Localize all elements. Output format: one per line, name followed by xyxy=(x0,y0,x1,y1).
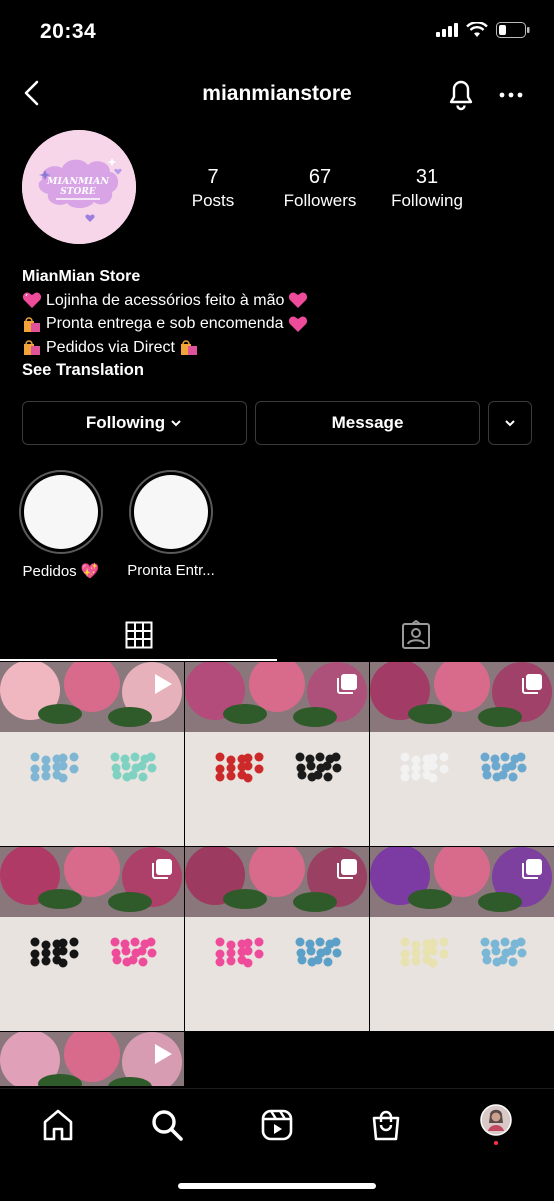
message-button-label: Message xyxy=(331,413,404,432)
bio-line-text: Pedidos via Direct xyxy=(46,338,175,356)
shopping-bags-icon xyxy=(180,340,197,356)
highlight-pedidos[interactable]: Pedidos 💖 xyxy=(16,470,106,580)
active-tab-indicator xyxy=(0,659,277,661)
shopping-bags-icon xyxy=(24,317,40,332)
home-indicator xyxy=(178,1183,376,1189)
shop-icon xyxy=(372,1110,400,1141)
chevron-down-icon xyxy=(505,420,515,427)
highlight-pronta-entrega[interactable]: Pronta Entr... xyxy=(126,470,216,579)
sparkling-heart-icon xyxy=(288,316,307,332)
bio-line: Pronta entrega e sob encomenda xyxy=(22,312,308,336)
following-label: Following xyxy=(391,191,463,210)
carousel-icon xyxy=(520,857,544,886)
post-thumbnail[interactable] xyxy=(0,662,184,846)
wifi-icon xyxy=(466,22,488,37)
post-thumbnail[interactable] xyxy=(370,847,554,1031)
following-button-label: Following xyxy=(85,413,166,432)
carousel-icon xyxy=(150,857,174,886)
highlight-cover xyxy=(24,475,98,549)
following-button[interactable]: Following xyxy=(22,401,247,445)
bio-line: Pedidos via Direct xyxy=(22,336,308,360)
posts-stat[interactable]: 7 Posts xyxy=(163,166,263,211)
search-icon xyxy=(152,1110,183,1141)
notification-bell-icon[interactable] xyxy=(444,76,478,112)
reels-icon xyxy=(261,1109,293,1141)
carousel-icon xyxy=(335,672,359,701)
profile-avatar[interactable]: MIANMIAN STORE xyxy=(22,130,136,244)
profile-tabs xyxy=(0,610,554,662)
profile-avatar xyxy=(480,1104,512,1145)
more-options-icon[interactable] xyxy=(496,80,526,110)
post-thumbnail[interactable] xyxy=(0,1032,184,1086)
followers-label: Followers xyxy=(283,191,357,210)
highlight-label: Pedidos 💖 xyxy=(22,563,100,580)
reel-play-icon xyxy=(150,1042,174,1071)
see-translation-link[interactable]: See Translation xyxy=(22,359,308,383)
status-time: 20:34 xyxy=(40,20,97,43)
svg-text:STORE: STORE xyxy=(60,187,96,197)
status-bar: 20:34 xyxy=(0,0,554,66)
post-thumbnail[interactable] xyxy=(0,847,184,1031)
svg-text:MIANMIAN: MIANMIAN xyxy=(46,176,109,187)
battery-icon xyxy=(496,22,530,38)
message-button[interactable]: Message xyxy=(255,401,480,445)
highlight-cover xyxy=(134,475,208,549)
posts-label: Posts xyxy=(191,191,235,210)
following-stat[interactable]: 31 Following xyxy=(377,166,477,211)
highlight-label: Pronta Entr... xyxy=(127,562,215,579)
status-icons xyxy=(436,22,530,38)
profile-name: MianMian Store xyxy=(22,268,141,285)
shopping-bags-icon xyxy=(24,340,40,356)
highlight-ring xyxy=(19,470,103,554)
profile-bio: MianMian Store Lojinha de acessórios fei… xyxy=(22,265,308,383)
bio-line-text: Pronta entrega e sob encomenda xyxy=(46,315,284,332)
nav-profile[interactable] xyxy=(476,1104,516,1145)
profile-header: mianmianstore xyxy=(0,70,554,120)
following-count: 31 xyxy=(415,166,439,188)
grid-icon xyxy=(125,621,152,649)
reel-play-icon xyxy=(150,672,174,701)
nav-search[interactable] xyxy=(147,1105,187,1145)
bio-line: Lojinha de acessórios feito à mão xyxy=(22,289,308,313)
post-thumbnail[interactable] xyxy=(370,662,554,846)
store-logo: MIANMIAN STORE xyxy=(22,130,136,244)
tagged-icon xyxy=(401,620,430,649)
sparkling-heart-icon xyxy=(22,292,42,309)
tab-posts-grid[interactable] xyxy=(0,610,277,660)
posts-count: 7 xyxy=(207,166,219,188)
tab-tagged[interactable] xyxy=(277,610,554,660)
nav-reels[interactable] xyxy=(257,1105,297,1145)
post-thumbnail[interactable] xyxy=(185,662,369,846)
nav-home[interactable] xyxy=(38,1105,78,1145)
chevron-down-icon xyxy=(171,420,181,427)
nav-shop[interactable] xyxy=(366,1105,406,1145)
carousel-icon xyxy=(335,857,359,886)
followers-stat[interactable]: 67 Followers xyxy=(270,166,370,211)
followers-count: 67 xyxy=(308,166,332,188)
bio-line-text: Lojinha de acessórios feito à mão xyxy=(46,291,285,309)
signal-icon xyxy=(436,23,458,37)
sparkling-heart-icon xyxy=(289,292,308,309)
post-thumbnail[interactable] xyxy=(185,847,369,1031)
home-icon xyxy=(43,1109,73,1141)
highlight-ring xyxy=(129,470,213,554)
carousel-icon xyxy=(520,672,544,701)
suggested-accounts-button[interactable] xyxy=(488,401,532,445)
